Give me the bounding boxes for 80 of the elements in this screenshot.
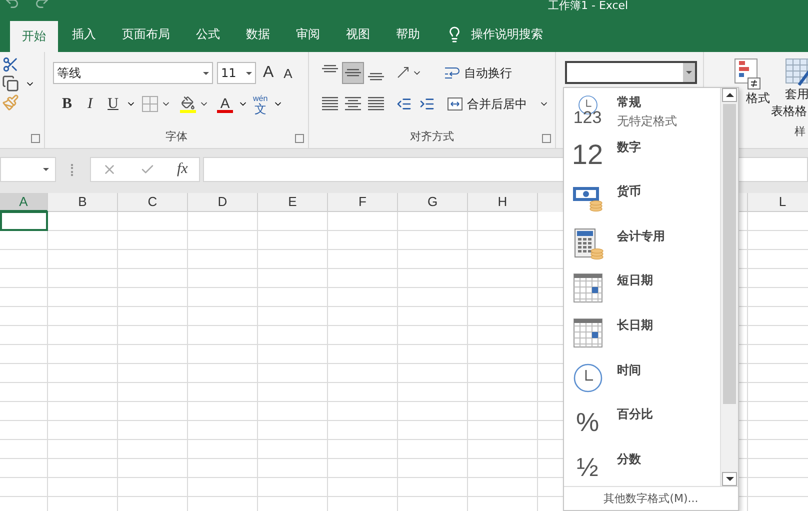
insert-function-button[interactable]: fx	[176, 161, 188, 178]
format-menu-item[interactable]: % 百分比	[564, 400, 720, 445]
borders-icon	[142, 96, 158, 112]
group-label: 样	[794, 124, 806, 140]
ribbon-tab[interactable]: 帮助	[384, 17, 432, 52]
scrollbar[interactable]	[720, 88, 738, 486]
outdent-icon	[396, 96, 412, 112]
paint-bucket-icon	[180, 96, 196, 112]
copy-icon[interactable]	[2, 75, 19, 92]
banknote-coins-icon	[572, 185, 604, 214]
ribbon-tab[interactable]: 插入	[60, 17, 108, 52]
align-bottom-icon	[368, 73, 384, 81]
merge-center-button[interactable]: 合并后居中	[445, 93, 551, 115]
tell-me-search[interactable]: 操作说明搜索	[434, 17, 543, 52]
column-header[interactable]: G	[398, 193, 468, 212]
phonetic-button[interactable]: wén 文	[251, 94, 270, 114]
fraction-glyph: ½	[576, 454, 598, 480]
diagonal-arrow-icon	[397, 67, 409, 79]
align-center-icon	[345, 97, 361, 111]
column-header[interactable]: C	[118, 193, 188, 212]
font-size-field[interactable]: 11	[217, 62, 256, 84]
calculator-coins-icon	[572, 228, 604, 260]
align-top-icon	[322, 65, 338, 73]
ribbon-tab[interactable]: 开始	[10, 21, 58, 52]
format-menu-item[interactable]: 长日期	[564, 310, 720, 356]
number-glyph: 12	[572, 140, 604, 169]
column-header[interactable]: D	[188, 193, 258, 212]
ribbon-tab[interactable]: 公式	[184, 17, 232, 52]
group-label: 字体	[166, 129, 188, 145]
more-number-formats-link[interactable]: 其他数字格式(M)...	[564, 486, 738, 510]
calendar-icon	[572, 318, 602, 348]
italic-button[interactable]: I	[80, 93, 100, 115]
dialog-launcher-icon[interactable]	[295, 134, 304, 143]
format-menu-item[interactable]: 货币	[564, 177, 720, 222]
calendar-icon	[572, 273, 602, 304]
format-menu-item[interactable]: 时间	[564, 356, 720, 400]
merge-cells-icon	[447, 97, 463, 111]
conditional-format-label[interactable]: 格式	[746, 90, 770, 107]
clock-icon	[572, 362, 602, 393]
bold-button[interactable]: B	[57, 93, 77, 115]
underline-button[interactable]: U	[103, 93, 123, 115]
number-format-field[interactable]	[565, 61, 697, 84]
percent-glyph: %	[576, 409, 600, 436]
scroll-thumb[interactable]	[723, 104, 736, 404]
indent-icon	[419, 96, 435, 112]
number-glyph: 123	[573, 108, 602, 126]
column-header[interactable]: F	[328, 193, 398, 212]
shrink-font-button[interactable]: A	[280, 66, 296, 80]
font-color-button[interactable]: A	[215, 96, 235, 112]
scroll-down-button[interactable]	[722, 472, 737, 486]
scroll-up-button[interactable]	[722, 88, 737, 102]
active-cell[interactable]	[0, 211, 48, 231]
cut-icon[interactable]	[2, 56, 19, 73]
format-menu-item[interactable]: 短日期	[564, 266, 720, 311]
column-header[interactable]: H	[468, 193, 538, 212]
format-menu-item[interactable]: 12 数字	[564, 132, 720, 178]
align-middle-button[interactable]	[342, 62, 364, 84]
grow-font-button[interactable]: A	[260, 64, 277, 82]
format-as-table-label[interactable]: 表格格	[771, 103, 807, 120]
ribbon-tab[interactable]: 视图	[334, 17, 382, 52]
column-header[interactable]: A	[0, 193, 48, 212]
wrap-text-button[interactable]: 自动换行	[442, 62, 514, 84]
window-title: 工作簿1 - Excel	[548, 0, 628, 13]
align-left-icon	[322, 97, 338, 111]
ribbon-tab[interactable]: 审阅	[284, 17, 332, 52]
align-right-icon	[368, 97, 384, 111]
dialog-launcher-icon[interactable]	[542, 134, 551, 143]
font-name-field[interactable]: 等线	[53, 62, 213, 84]
group-label: 对齐方式	[410, 129, 454, 145]
wrap-text-icon	[444, 67, 460, 79]
format-menu-item[interactable]: 会计专用	[564, 222, 720, 266]
format-as-table-label[interactable]: 套用	[785, 86, 808, 103]
align-middle-icon	[345, 69, 361, 77]
ribbon-tab[interactable]: 页面布局	[110, 17, 182, 52]
column-header[interactable]: B	[48, 193, 118, 212]
dialog-launcher-icon[interactable]	[31, 134, 40, 143]
format-as-table-icon[interactable]	[785, 58, 808, 86]
format-menu-item[interactable]: 123 常规 无特定格式	[564, 88, 720, 133]
column-header[interactable]: E	[258, 193, 328, 212]
ribbon-tab[interactable]: 数据	[234, 17, 282, 52]
